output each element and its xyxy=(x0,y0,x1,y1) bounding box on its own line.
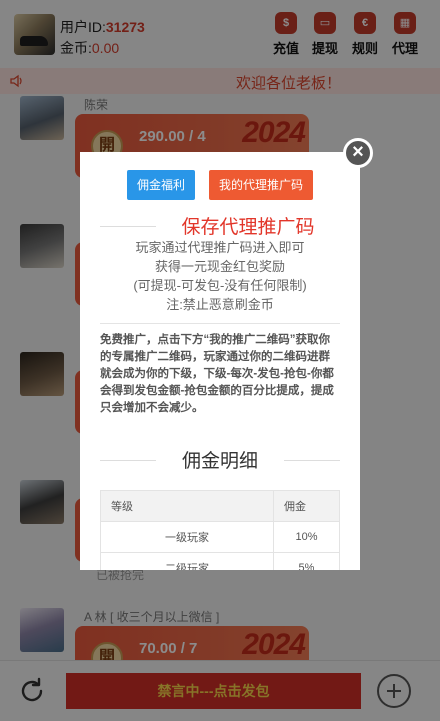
tab-commission-welfare[interactable]: 佣金福利 xyxy=(127,170,196,200)
tab-my-promo-code[interactable]: 我的代理推广码 xyxy=(209,170,314,200)
close-icon[interactable]: × xyxy=(343,138,373,168)
save-promo-code-heading: 保存代理推广码 xyxy=(80,212,360,239)
save-promo-code-title: 保存代理推广码 xyxy=(181,217,315,238)
section-divider xyxy=(100,323,340,324)
table-row: 二级玩家 5% xyxy=(100,552,340,570)
promo-desc-line: 获得一元现金红包奖励 xyxy=(154,259,285,274)
agent-promo-modal: 佣金福利 我的代理推广码 保存代理推广码 玩家通过代理推广码进入即可 获得一元现… xyxy=(80,152,360,570)
promo-paragraph: 免费推广，点击下方“我的推广二维码”获取你的专属推广二维码，玩家通过你的二维码进… xyxy=(100,334,334,414)
promo-desc-line: 注:禁止恶意刷金币 xyxy=(166,297,274,312)
promo-desc-line: 玩家通过代理推广码进入即可 xyxy=(135,240,305,255)
commission-cell: 5% xyxy=(273,552,340,570)
table-row: 一级玩家 10% xyxy=(100,521,340,553)
col-commission: 佣金 xyxy=(273,490,340,522)
level-cell: 二级玩家 xyxy=(100,552,274,570)
level-cell: 一级玩家 xyxy=(100,521,274,553)
commission-cell: 10% xyxy=(273,521,340,553)
promo-desc: 玩家通过代理推广码进入即可 获得一元现金红包奖励 (可提现-可发包-没有任何限制… xyxy=(100,238,340,314)
col-level: 等级 xyxy=(100,490,274,522)
commission-heading: 佣金明细 xyxy=(80,446,360,473)
table-header-row: 等级 佣金 xyxy=(100,490,340,522)
commission-table: 等级 佣金 一级玩家 10% 二级玩家 5% xyxy=(100,490,340,570)
commission-title: 佣金明细 xyxy=(181,451,258,472)
promo-desc-line: (可提现-可发包-没有任何限制) xyxy=(133,278,307,293)
